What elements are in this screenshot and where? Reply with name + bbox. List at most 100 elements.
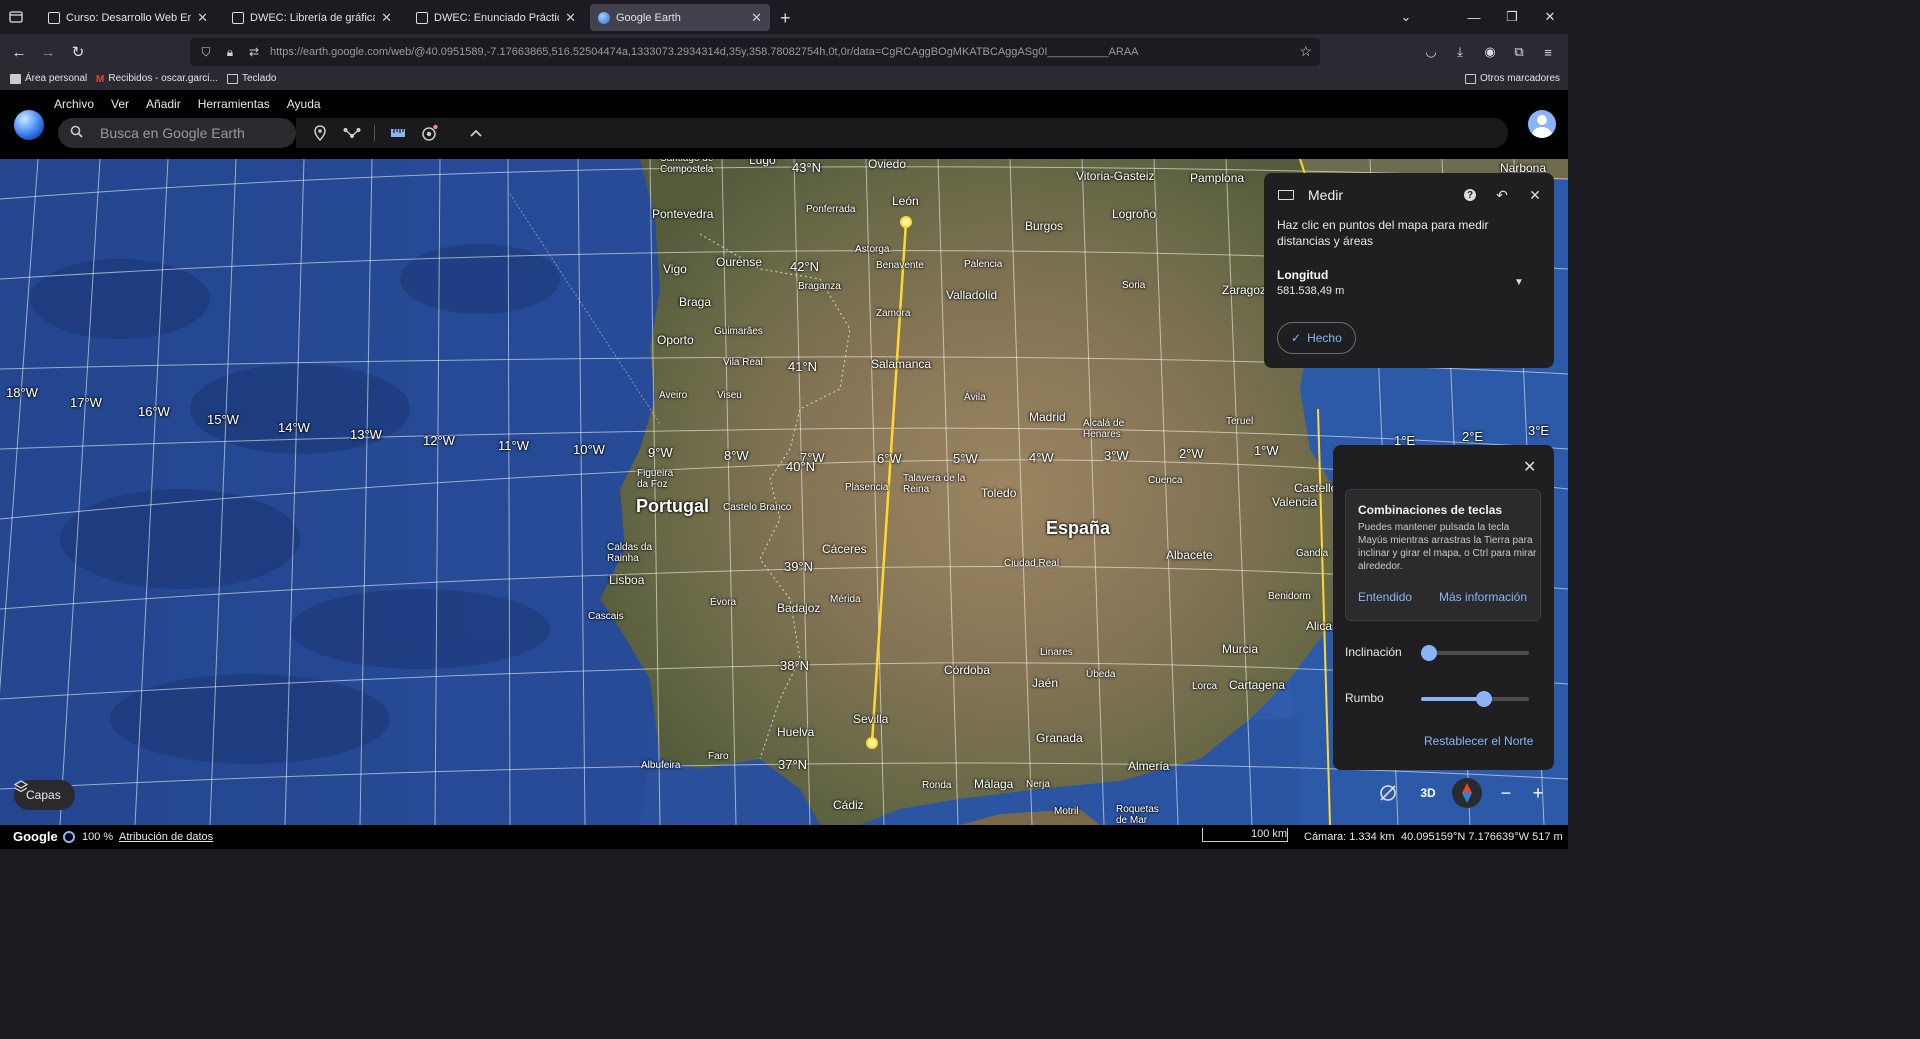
back-button[interactable]: ← xyxy=(9,42,29,62)
latitude-label: 38°N xyxy=(780,658,810,673)
menu-icon[interactable]: ≡ xyxy=(1538,42,1558,62)
page-icon xyxy=(10,73,21,84)
country-label-portugal: Portugal xyxy=(636,496,710,516)
pocket-icon[interactable]: ◡ xyxy=(1421,42,1441,62)
city-label: Albufeira xyxy=(641,760,681,771)
tip-more-info-link[interactable]: Más información xyxy=(1439,590,1527,604)
undo-icon[interactable]: ↶ xyxy=(1492,185,1512,205)
city-label: Madrid xyxy=(1029,410,1066,424)
url-bar[interactable]: ⛉ 🔒︎ ⇄ https://earth.google.com/web/@40.… xyxy=(190,38,1320,66)
new-tab-button[interactable]: + xyxy=(780,8,791,29)
compass-icon[interactable] xyxy=(1452,778,1482,808)
latitude-label: 39°N xyxy=(784,559,814,574)
city-label: Cartagena xyxy=(1229,678,1286,692)
bookmark-recibidos[interactable]: M Recibidos - oscar.garci... xyxy=(96,73,218,85)
zoom-in-button[interactable]: + xyxy=(1523,778,1553,808)
other-bookmarks[interactable]: Otros marcadores xyxy=(1465,73,1560,84)
help-icon[interactable]: ? xyxy=(1464,189,1476,201)
downloads-icon[interactable]: ⤓ xyxy=(1450,42,1470,62)
longitude-label: 14°W xyxy=(278,420,310,435)
city-label: Astorga xyxy=(855,244,890,255)
restore-button[interactable]: ❐ xyxy=(1493,0,1531,34)
city-label: Roquetas de Mar xyxy=(1116,804,1159,825)
list-all-tabs-button[interactable]: ⌄ xyxy=(1387,0,1425,34)
longitude-label: 10°W xyxy=(573,442,605,457)
bookmark-area-personal[interactable]: Área personal xyxy=(10,73,87,84)
measure-end-point[interactable] xyxy=(866,737,878,749)
tab-list-button[interactable] xyxy=(0,0,32,34)
tab-dwec-enunciado[interactable]: DWEC: Enunciado Práctica: Cre ✕ xyxy=(408,4,584,31)
heading-slider-thumb[interactable] xyxy=(1475,691,1492,707)
measure-ruler-icon[interactable] xyxy=(388,123,408,143)
gmail-icon: M xyxy=(96,73,105,85)
city-label: Burgos xyxy=(1025,219,1064,233)
capture-icon[interactable] xyxy=(420,123,440,143)
tab-curso[interactable]: Curso: Desarrollo Web Entorno ✕ xyxy=(40,4,216,31)
menu-ayuda[interactable]: Ayuda xyxy=(287,97,321,111)
earth-header: Archivo Ver Añadir Herramientas Ayuda xyxy=(0,90,1568,159)
search-input[interactable] xyxy=(100,125,290,141)
units-dropdown-chevron-icon[interactable]: ▼ xyxy=(1514,277,1524,288)
bookmark-teclado[interactable]: Teclado xyxy=(227,73,276,84)
forward-button[interactable]: → xyxy=(38,42,58,62)
search-icon xyxy=(70,125,84,141)
close-icon[interactable]: ✕ xyxy=(1525,185,1545,205)
view-mode-3d-button[interactable]: 3D xyxy=(1413,778,1443,808)
close-window-button[interactable]: ✕ xyxy=(1531,0,1569,34)
city-label: Braga xyxy=(679,295,712,309)
close-icon[interactable]: ✕ xyxy=(1523,457,1536,477)
city-label: Benidorm xyxy=(1268,591,1311,602)
data-attribution-link[interactable]: Atribución de datos xyxy=(119,831,213,843)
longitude-label: 1°W xyxy=(1254,443,1279,458)
tip-ok-button[interactable]: Entendido xyxy=(1358,590,1412,604)
heading-slider-fill xyxy=(1421,697,1484,701)
close-tab-icon[interactable]: ✕ xyxy=(381,10,392,26)
search-bar[interactable] xyxy=(58,118,296,148)
city-label: Faro xyxy=(708,751,729,762)
extensions-icon[interactable]: ⧉ xyxy=(1509,42,1529,62)
menu-anadir[interactable]: Añadir xyxy=(146,97,181,111)
account-icon[interactable]: ◉ xyxy=(1480,42,1500,62)
lock-icon[interactable]: 🔒︎ xyxy=(222,45,238,60)
reset-north-link[interactable]: Restablecer el Norte xyxy=(1424,734,1533,748)
user-avatar[interactable] xyxy=(1528,110,1556,138)
add-path-icon[interactable] xyxy=(342,123,362,143)
done-button[interactable]: ✓ Hecho xyxy=(1277,322,1356,354)
layers-button[interactable]: Capas xyxy=(14,780,75,810)
url-text[interactable]: https://earth.google.com/web/@40.0951589… xyxy=(270,46,1139,58)
shield-icon[interactable]: ⛉ xyxy=(198,45,214,60)
tilt-slider-thumb[interactable] xyxy=(1421,645,1437,661)
city-label: León xyxy=(892,194,919,208)
reload-button[interactable]: ↻ xyxy=(68,42,88,62)
permissions-icon[interactable]: ⇄ xyxy=(246,45,262,59)
menu-herramientas[interactable]: Herramientas xyxy=(198,97,270,111)
tilt-slider[interactable] xyxy=(1421,645,1529,661)
measure-start-point[interactable] xyxy=(900,216,912,228)
longitude-label: 16°W xyxy=(138,404,170,419)
browser-tab-bar: Curso: Desarrollo Web Entorno ✕ DWEC: Li… xyxy=(0,0,1568,34)
google-earth-logo[interactable] xyxy=(14,110,44,140)
tip-title: Combinaciones de teclas xyxy=(1358,503,1503,517)
camera-altitude: Cámara: 1.334 km xyxy=(1304,831,1395,843)
longitude-label: 3°W xyxy=(1104,448,1129,463)
minimize-button[interactable]: — xyxy=(1455,0,1493,34)
tab-dwec-graficas[interactable]: DWEC: Librería de gráficas (bar ✕ xyxy=(224,4,400,31)
close-tab-icon[interactable]: ✕ xyxy=(565,10,576,26)
bookmark-label: Recibidos - oscar.garci... xyxy=(108,73,218,84)
close-tab-icon[interactable]: ✕ xyxy=(751,10,762,26)
menu-archivo[interactable]: Archivo xyxy=(54,97,94,111)
rotate-lock-icon[interactable] xyxy=(1373,778,1403,808)
menu-ver[interactable]: Ver xyxy=(111,97,129,111)
city-label: Castelo Branco xyxy=(723,502,792,513)
close-tab-icon[interactable]: ✕ xyxy=(197,10,208,26)
measure-title: Medir xyxy=(1308,187,1344,203)
tab-google-earth[interactable]: Google Earth ✕ xyxy=(590,4,770,31)
tip-body: Puedes mantener pulsada la tecla Mayús m… xyxy=(1358,522,1537,572)
bookmark-star-icon[interactable]: ☆ xyxy=(1299,43,1312,60)
add-placemark-icon[interactable] xyxy=(310,123,330,143)
zoom-out-button[interactable]: − xyxy=(1491,778,1521,808)
heading-slider[interactable] xyxy=(1421,691,1529,707)
country-label-spain: España xyxy=(1046,518,1111,538)
city-label: Cuenca xyxy=(1148,475,1183,486)
collapse-toolbar-icon[interactable] xyxy=(466,123,486,143)
